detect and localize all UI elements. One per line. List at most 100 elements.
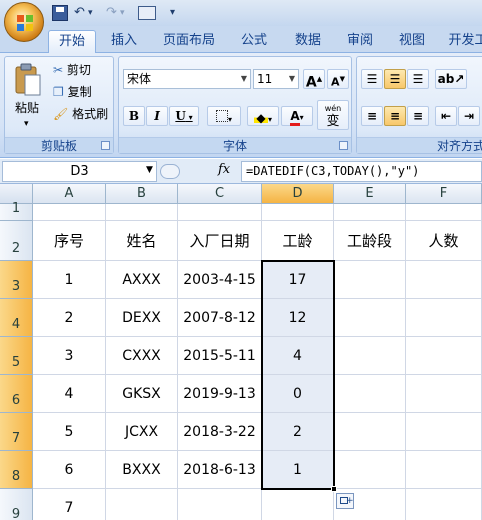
cut-button[interactable]: ✂ 剪切 (53, 61, 91, 79)
borders-button[interactable]: ▾ (207, 106, 241, 126)
office-button[interactable] (4, 2, 44, 42)
copy-button[interactable]: ❐ 复制 (53, 83, 92, 101)
cell-f2[interactable]: 人数 (406, 221, 482, 261)
cell-d7[interactable]: 2 (262, 413, 334, 451)
cell-b4[interactable]: DEXX (106, 299, 178, 337)
cell-c3[interactable]: 2003-4-15 (178, 261, 262, 299)
tab-page-layout[interactable]: 页面布局 (156, 30, 222, 53)
tab-formulas[interactable]: 公式 (232, 30, 276, 53)
column-header-e[interactable]: E (334, 184, 406, 204)
align-bottom-button[interactable]: ☰ (407, 69, 429, 89)
align-top-button[interactable]: ☰ (361, 69, 383, 89)
orientation-button[interactable]: ab↗ (435, 69, 467, 89)
cell-d5[interactable]: 4 (262, 337, 334, 375)
align-left-button[interactable]: ≡ (361, 106, 383, 126)
cell-c6[interactable]: 2019-9-13 (178, 375, 262, 413)
cell-f5[interactable] (406, 337, 482, 375)
cell-a4[interactable]: 2 (33, 299, 106, 337)
cell-a2[interactable]: 序号 (33, 221, 106, 261)
align-center-button[interactable]: ≡ (384, 106, 406, 126)
cell-e6[interactable] (334, 375, 406, 413)
cell-b1[interactable] (106, 204, 178, 221)
grow-font-button[interactable]: A▲ (303, 69, 325, 91)
cell-c2[interactable]: 入厂日期 (178, 221, 262, 261)
row-header-4[interactable]: 4 (0, 299, 33, 337)
column-header-c[interactable]: C (178, 184, 262, 204)
align-middle-button[interactable]: ☰ (384, 69, 406, 89)
cell-f7[interactable] (406, 413, 482, 451)
undo-dropdown-icon[interactable]: ▾ (88, 4, 93, 22)
print-preview-icon[interactable] (138, 6, 156, 20)
formula-input[interactable]: =DATEDIF(C3,TODAY(),"y") (241, 161, 482, 182)
cell-b9[interactable] (106, 489, 178, 520)
cell-c8[interactable]: 2018-6-13 (178, 451, 262, 489)
undo-icon[interactable]: ↶ (74, 4, 85, 22)
cell-d6[interactable]: 0 (262, 375, 334, 413)
tab-developer[interactable]: 开发工 (444, 30, 482, 53)
row-header-8[interactable]: 8 (0, 451, 33, 489)
row-header-3[interactable]: 3 (0, 261, 33, 299)
row-header-6[interactable]: 6 (0, 375, 33, 413)
cell-f8[interactable] (406, 451, 482, 489)
cell-a8[interactable]: 6 (33, 451, 106, 489)
column-header-a[interactable]: A (33, 184, 106, 204)
cell-a3[interactable]: 1 (33, 261, 106, 299)
row-header-1[interactable]: 1 (0, 201, 33, 221)
auto-fill-options-icon[interactable] (336, 493, 354, 509)
font-launcher-icon[interactable] (339, 141, 348, 150)
tab-home[interactable]: 开始 (48, 30, 96, 53)
row-header-2[interactable]: 2 (0, 221, 33, 261)
cell-e3[interactable] (334, 261, 406, 299)
cell-d1[interactable] (262, 204, 334, 221)
cell-d9[interactable] (262, 489, 334, 520)
italic-button[interactable]: I (146, 106, 168, 126)
cell-d3[interactable]: 17 (262, 261, 334, 299)
cell-e4[interactable] (334, 299, 406, 337)
font-name-combo[interactable]: 宋体 ▼ (123, 69, 251, 89)
cell-a1[interactable] (33, 204, 106, 221)
insert-function-icon[interactable]: fx (218, 162, 230, 177)
cell-a5[interactable]: 3 (33, 337, 106, 375)
cell-a6[interactable]: 4 (33, 375, 106, 413)
cell-c4[interactable]: 2007-8-12 (178, 299, 262, 337)
format-painter-button[interactable]: 🖌 格式刷 (53, 105, 108, 123)
cell-d2[interactable]: 工龄 (262, 221, 334, 261)
tab-review[interactable]: 审阅 (338, 30, 382, 53)
tab-insert[interactable]: 插入 (102, 30, 146, 53)
name-box[interactable]: D3 (2, 161, 157, 182)
cell-b8[interactable]: BXXX (106, 451, 178, 489)
cell-f1[interactable] (406, 204, 482, 221)
underline-button[interactable]: U ▾ (169, 106, 199, 126)
cell-f9[interactable] (406, 489, 482, 520)
cell-e5[interactable] (334, 337, 406, 375)
paste-dropdown-icon[interactable]: ▾ (24, 115, 29, 133)
cell-b6[interactable]: GKSX (106, 375, 178, 413)
fill-handle[interactable] (331, 486, 337, 492)
cell-e2[interactable]: 工龄段 (334, 221, 406, 261)
column-header-d[interactable]: D (262, 184, 334, 204)
cell-c5[interactable]: 2015-5-11 (178, 337, 262, 375)
cell-b5[interactable]: CXXX (106, 337, 178, 375)
chevron-down-icon[interactable]: ▼ (146, 165, 153, 175)
cell-b7[interactable]: JCXX (106, 413, 178, 451)
column-header-b[interactable]: B (106, 184, 178, 204)
decrease-indent-button[interactable]: ⇤ (435, 106, 457, 126)
customize-toolbar-button[interactable]: ▾ (170, 4, 175, 22)
cell-e8[interactable] (334, 451, 406, 489)
worksheet-grid[interactable]: A B C D E F 1 2 序号 姓名 入厂日期 工龄 工龄段 人数 3 1 AXXX 2003-4-15 17… (0, 184, 482, 520)
redo-icon[interactable]: ↷ (106, 4, 117, 22)
clipboard-launcher-icon[interactable] (101, 141, 110, 150)
font-color-button[interactable]: A▾ (281, 106, 313, 126)
redo-dropdown-icon[interactable]: ▾ (120, 4, 125, 22)
cell-d4[interactable]: 12 (262, 299, 334, 337)
row-header-7[interactable]: 7 (0, 413, 33, 451)
cell-b2[interactable]: 姓名 (106, 221, 178, 261)
cell-f3[interactable] (406, 261, 482, 299)
cell-e1[interactable] (334, 204, 406, 221)
font-size-combo[interactable]: 11 ▼ (253, 69, 299, 89)
phonetic-button[interactable]: wén 变 (317, 100, 349, 130)
fill-color-button[interactable]: ◆ ▾ (247, 106, 279, 126)
cell-c7[interactable]: 2018-3-22 (178, 413, 262, 451)
tab-data[interactable]: 数据 (286, 30, 330, 53)
cell-b3[interactable]: AXXX (106, 261, 178, 299)
